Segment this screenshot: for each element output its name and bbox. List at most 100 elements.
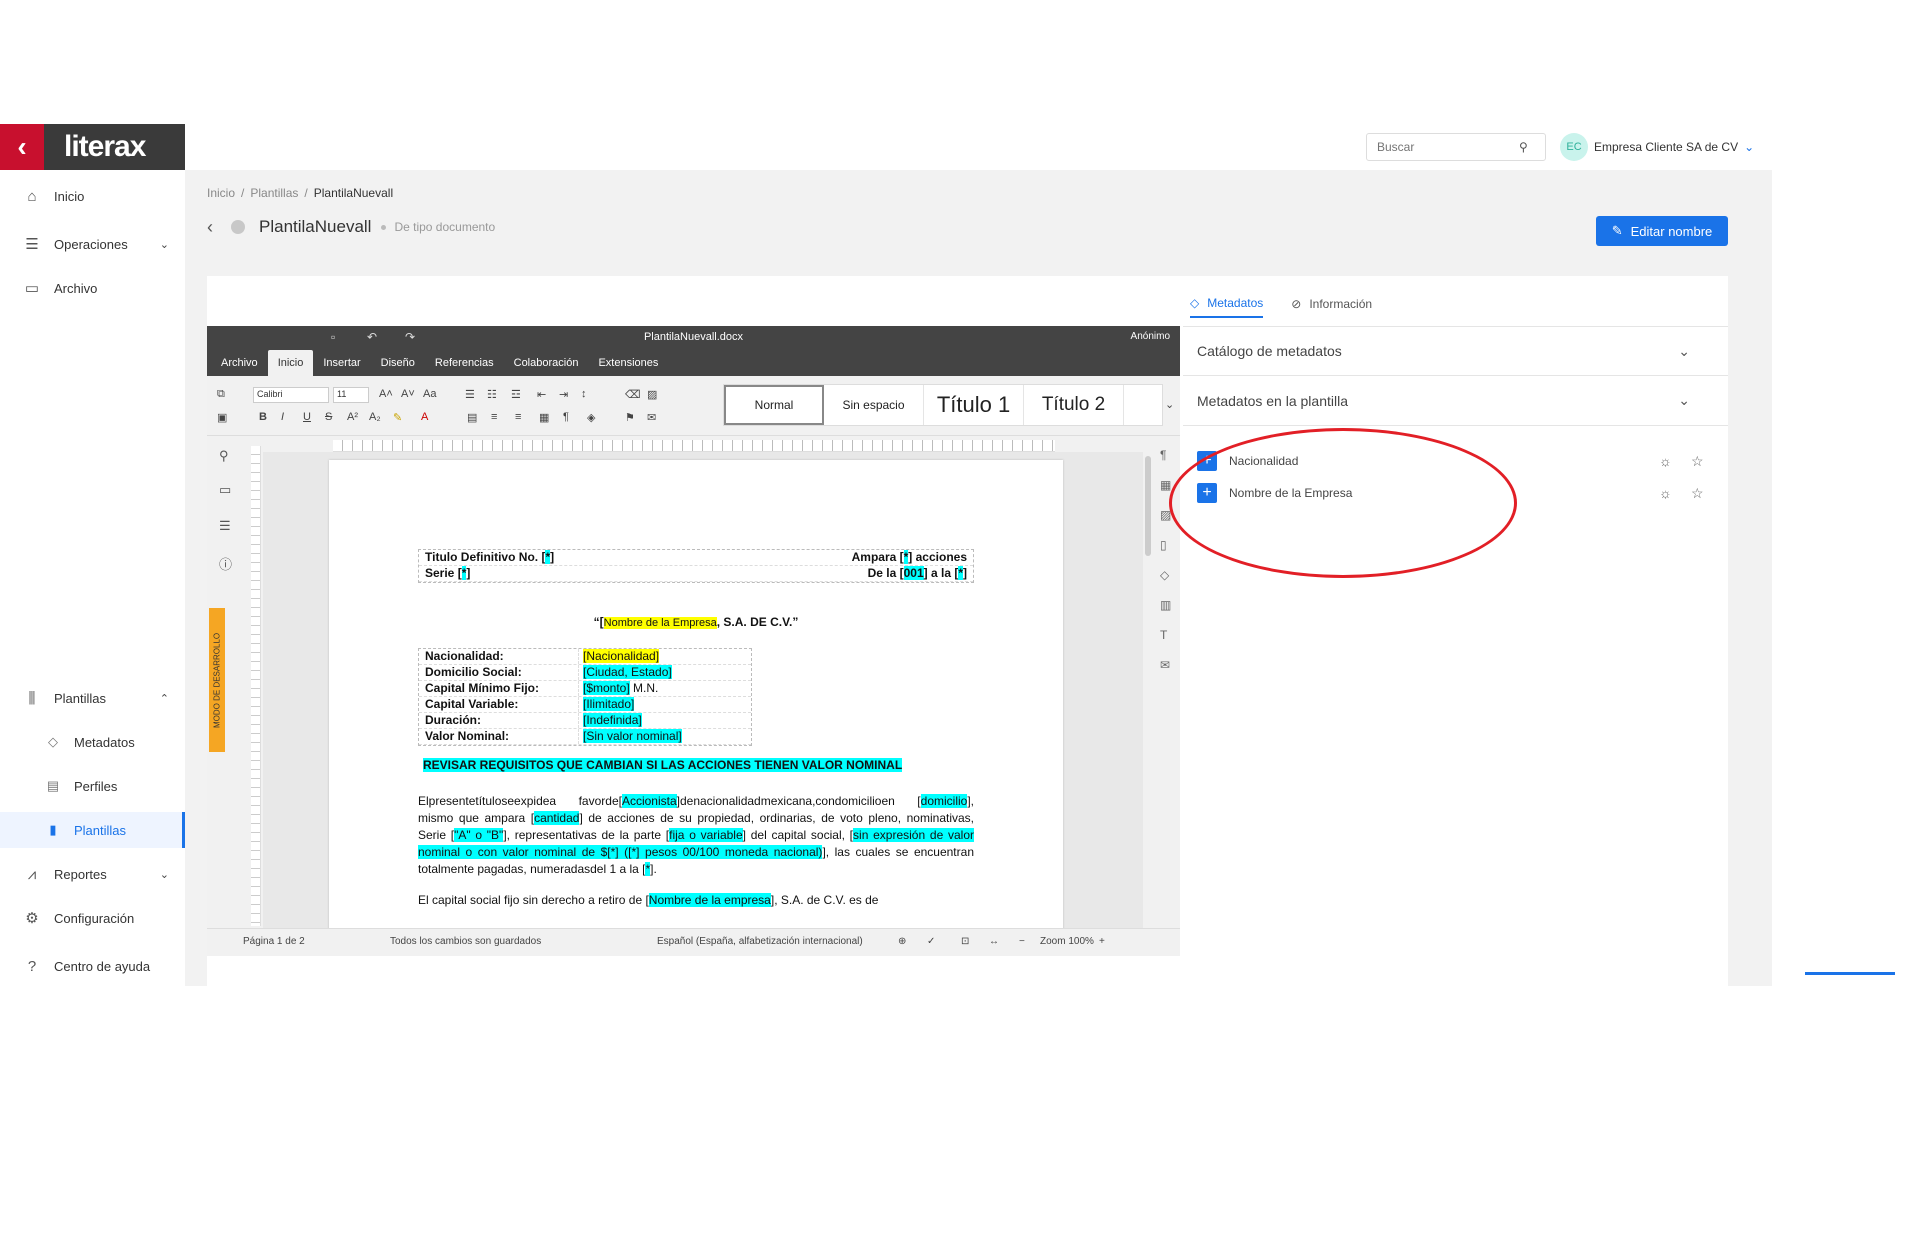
add-icon[interactable]: + xyxy=(1197,483,1217,503)
shape-settings-icon[interactable]: ◇ xyxy=(1160,568,1169,582)
font-name-select[interactable]: Calibri xyxy=(253,387,329,403)
accordion-label: Catálogo de metadatos xyxy=(1197,343,1342,359)
sidebar-item-archivo[interactable]: ▭ Archivo xyxy=(0,270,185,306)
tab-inicio[interactable]: Inicio xyxy=(267,350,314,376)
zoom-out-icon[interactable]: − xyxy=(1019,936,1025,947)
font-color-icon[interactable]: A xyxy=(421,411,428,423)
search-box[interactable]: ⚲ xyxy=(1366,133,1546,161)
font-size-select[interactable]: 11 xyxy=(333,387,369,403)
document-page[interactable]: Titulo Definitivo No. [*] Ampara [*] acc… xyxy=(329,460,1063,928)
subscript-icon[interactable]: A₂ xyxy=(369,411,381,423)
shrink-font-icon[interactable]: A˅ xyxy=(401,388,415,400)
document-canvas[interactable]: Titulo Definitivo No. [*] Ampara [*] acc… xyxy=(263,452,1143,928)
sidebar-item-reportes[interactable]: ⩘ Reportes ⌄ xyxy=(0,856,185,892)
paragraph: Elpresentetítuloseexpidea favorde[Accion… xyxy=(418,794,974,876)
shading-icon[interactable]: ◈ xyxy=(587,411,595,424)
comment-icon[interactable]: ▭ xyxy=(219,482,231,498)
style-sin-espacio[interactable]: Sin espacio xyxy=(824,385,924,425)
add-icon[interactable]: + xyxy=(1197,451,1217,471)
info-icon[interactable]: ⓘ xyxy=(219,554,232,573)
search-input[interactable] xyxy=(1367,140,1517,154)
tab-extensiones[interactable]: Extensiones xyxy=(588,350,668,376)
italic-icon[interactable]: I xyxy=(281,411,284,423)
chart-settings-icon[interactable]: ▥ xyxy=(1160,598,1171,612)
text-art-icon[interactable]: T xyxy=(1160,628,1167,642)
tab-archivo[interactable]: Archivo xyxy=(211,350,268,376)
tab-informacion[interactable]: ⊘ Información xyxy=(1291,296,1372,318)
fit-width-icon[interactable]: ↔ xyxy=(989,936,999,947)
align-right-icon[interactable]: ≡ xyxy=(515,411,521,423)
catalog-accordion[interactable]: Catálogo de metadatos ⌄ xyxy=(1183,326,1728,376)
language-select[interactable]: Español (España, alfabetización internac… xyxy=(657,936,863,947)
tab-metadatos[interactable]: ◇ Metadatos xyxy=(1190,296,1264,318)
expand-styles-icon[interactable]: ⌄ xyxy=(1165,398,1174,411)
table-settings-icon[interactable]: ▦ xyxy=(1160,478,1171,492)
status-dot xyxy=(231,220,245,234)
image-settings-icon[interactable]: ▨ xyxy=(1160,508,1171,522)
star-icon[interactable]: ☆ xyxy=(1691,485,1704,502)
search-icon[interactable]: ⚲ xyxy=(219,448,229,464)
paragraph-mark-icon[interactable]: ¶ xyxy=(563,411,569,423)
style-titulo-1[interactable]: Título 1 xyxy=(924,385,1024,425)
sidebar-item-inicio[interactable]: ⌂ Inicio xyxy=(0,178,185,214)
back-icon[interactable]: ‹ xyxy=(207,217,213,238)
tab-diseno[interactable]: Diseño xyxy=(371,350,425,376)
header-footer-icon[interactable]: ▯ xyxy=(1160,538,1167,552)
paste-icon[interactable]: ▣ xyxy=(217,411,227,424)
line-spacing-icon[interactable]: ↕ xyxy=(581,388,587,400)
format-painter-icon[interactable]: ⚑ xyxy=(625,411,635,424)
strikethrough-icon[interactable]: S xyxy=(325,411,332,423)
fit-page-icon[interactable]: ⊡ xyxy=(961,936,969,947)
sidebar-item-perfiles[interactable]: ▤ Perfiles xyxy=(0,768,185,804)
bulb-icon[interactable]: ☼ xyxy=(1659,453,1672,469)
search-icon[interactable]: ⚲ xyxy=(1519,140,1528,154)
sidebar-item-plantillas[interactable]: ▮ Plantillas xyxy=(0,812,185,848)
bullets-icon[interactable]: ☰ xyxy=(465,388,475,401)
insert-image-icon[interactable]: ▨ xyxy=(647,388,657,401)
breadcrumb-item[interactable]: Inicio xyxy=(207,186,235,200)
align-left-icon[interactable]: ▤ xyxy=(467,411,477,424)
document-scrollbar[interactable] xyxy=(1143,446,1153,926)
sidebar-item-plantillas-group[interactable]: ⫼ Plantillas ⌃ xyxy=(0,680,185,716)
spellcheck-icon[interactable]: ✓ xyxy=(927,936,935,947)
mail-merge-icon[interactable]: ✉ xyxy=(1160,658,1170,672)
decrease-indent-icon[interactable]: ⇤ xyxy=(537,388,546,401)
breadcrumb-item[interactable]: Plantillas xyxy=(250,186,298,200)
help-icon: ? xyxy=(27,957,37,975)
multilevel-icon[interactable]: ☲ xyxy=(511,388,521,401)
highlight-icon[interactable]: ✎ xyxy=(393,411,402,424)
mail-merge-icon[interactable]: ✉ xyxy=(647,411,656,424)
justify-icon[interactable]: ▦ xyxy=(539,411,549,424)
back-arrow-icon[interactable]: ‹ xyxy=(0,124,44,170)
tab-colaboracion[interactable]: Colaboración xyxy=(504,350,589,376)
tab-insertar[interactable]: Insertar xyxy=(313,350,370,376)
grow-font-icon[interactable]: A˄ xyxy=(379,388,393,400)
bold-icon[interactable]: B xyxy=(259,411,267,423)
template-metadata-accordion[interactable]: Metadatos en la plantilla ⌄ xyxy=(1183,376,1728,426)
navigation-icon[interactable]: ☰ xyxy=(219,518,231,534)
change-case-icon[interactable]: Aa xyxy=(423,388,436,400)
zoom-in-icon[interactable]: + xyxy=(1099,936,1105,947)
horizontal-ruler[interactable] xyxy=(333,440,1055,452)
copy-icon[interactable]: ⧉ xyxy=(217,388,225,401)
superscript-icon[interactable]: A² xyxy=(347,411,358,423)
account-menu[interactable]: EC Empresa Cliente SA de CV ⌄ xyxy=(1560,133,1754,161)
align-center-icon[interactable]: ≡ xyxy=(491,411,497,423)
tab-referencias[interactable]: Referencias xyxy=(425,350,504,376)
language-icon[interactable]: ⊕ xyxy=(898,936,906,947)
clear-format-icon[interactable]: ⌫ xyxy=(625,388,641,401)
underline-icon[interactable]: U xyxy=(303,411,311,423)
sidebar-item-metadatos[interactable]: ◇ Metadatos xyxy=(0,724,185,760)
edit-name-button[interactable]: ✎ Editar nombre xyxy=(1596,216,1728,246)
sidebar-item-operaciones[interactable]: ☰ Operaciones ⌄ xyxy=(0,226,185,262)
paragraph-settings-icon[interactable]: ¶ xyxy=(1160,448,1166,462)
increase-indent-icon[interactable]: ⇥ xyxy=(559,388,568,401)
star-icon[interactable]: ☆ xyxy=(1691,453,1704,470)
numbering-icon[interactable]: ☷ xyxy=(487,388,497,401)
style-normal[interactable]: Normal xyxy=(724,385,824,425)
style-titulo-2[interactable]: Título 2 xyxy=(1024,385,1124,425)
bulb-icon[interactable]: ☼ xyxy=(1659,485,1672,501)
tag-icon: ◇ xyxy=(48,734,58,749)
sidebar-item-configuracion[interactable]: ⚙ Configuración xyxy=(0,900,185,936)
sidebar-item-ayuda[interactable]: ? Centro de ayuda xyxy=(0,948,185,984)
